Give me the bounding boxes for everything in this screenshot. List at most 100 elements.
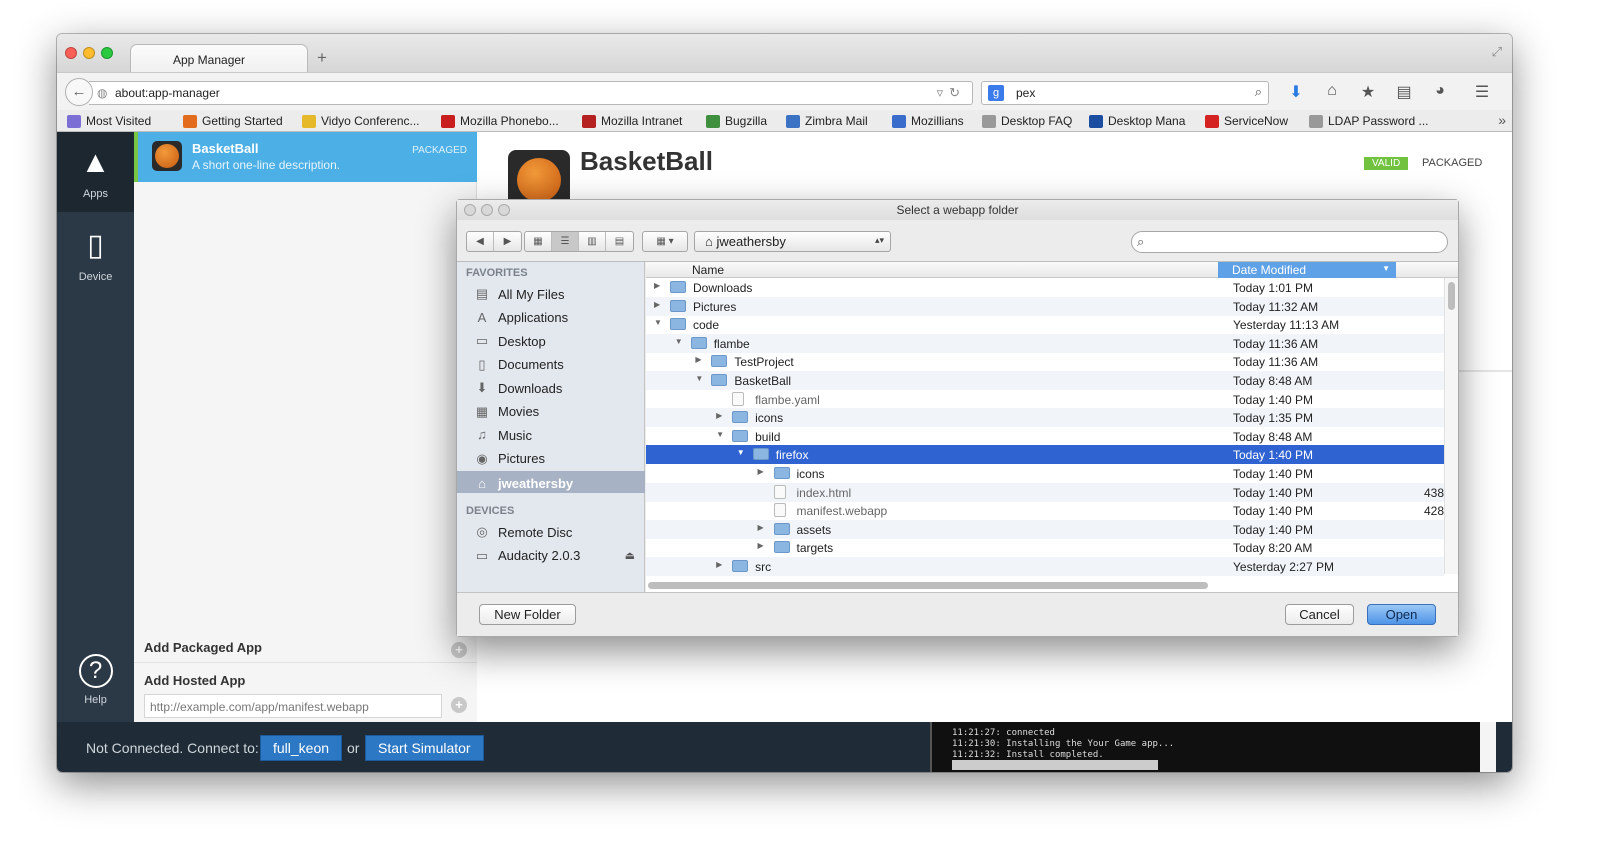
bookmark-item[interactable]: ServiceNow: [1205, 114, 1288, 128]
file-row[interactable]: manifest.webapp Today 1:40 PM 428: [646, 501, 1444, 520]
tab-app-manager[interactable]: App Manager: [130, 44, 308, 73]
hosted-url-input[interactable]: http://example.com/app/manifest.webapp: [144, 694, 442, 718]
addon-icon[interactable]: ◕: [1431, 82, 1449, 102]
nav-device[interactable]: ▯ Device: [57, 228, 134, 283]
file-row[interactable]: ▶ TestProject Today 11:36 AM: [646, 352, 1444, 371]
file-row[interactable]: ▼ BasketBall Today 8:48 AM: [646, 371, 1444, 390]
file-row[interactable]: ▶ icons Today 1:40 PM: [646, 464, 1444, 483]
minimize-window-button[interactable]: [83, 47, 95, 59]
bookmark-item[interactable]: Mozilla Intranet: [582, 114, 682, 128]
disclosure-closed-icon[interactable]: ▶: [758, 523, 764, 532]
file-row[interactable]: ▶ Downloads Today 1:01 PM: [646, 278, 1444, 297]
google-icon[interactable]: g: [988, 85, 1004, 101]
file-row[interactable]: ▶ targets Today 8:20 AM: [646, 538, 1444, 557]
disclosure-closed-icon[interactable]: ▶: [654, 281, 660, 290]
bookmark-item[interactable]: Mozilla Phonebo...: [441, 114, 559, 128]
cancel-button[interactable]: Cancel: [1285, 604, 1354, 625]
bookmark-item[interactable]: Desktop FAQ: [982, 114, 1072, 128]
disclosure-closed-icon[interactable]: ▶: [695, 355, 701, 364]
app-item-basketball[interactable]: BasketBall A short one-line description.…: [134, 132, 477, 182]
bookmark-star-icon[interactable]: ★: [1359, 82, 1377, 102]
bookmark-item[interactable]: Desktop Mana: [1089, 114, 1185, 128]
new-folder-button[interactable]: New Folder: [479, 604, 576, 625]
disclosure-open-icon[interactable]: ▼: [675, 337, 683, 346]
search-bar[interactable]: g pex ⌕: [981, 81, 1269, 105]
horizontal-scrollbar[interactable]: [648, 582, 1208, 589]
bookmark-item[interactable]: LDAP Password ...: [1309, 114, 1429, 128]
nav-help[interactable]: ? Help: [57, 654, 134, 706]
back-button[interactable]: ←: [65, 78, 93, 106]
disclosure-closed-icon[interactable]: ▶: [654, 300, 660, 309]
zoom-window-button[interactable]: [101, 47, 113, 59]
file-row[interactable]: ▶ assets Today 1:40 PM: [646, 519, 1444, 539]
back-arrow-icon[interactable]: ◀: [467, 232, 494, 251]
path-popup[interactable]: ⌂ jweathersby ▴▾: [694, 231, 891, 252]
file-row[interactable]: flambe.yaml Today 1:40 PM: [646, 390, 1444, 409]
disclosure-open-icon[interactable]: ▼: [654, 318, 662, 327]
download-icon[interactable]: ⬇: [1287, 82, 1305, 102]
log-input[interactable]: [952, 760, 1158, 770]
bookmarks-menu-icon[interactable]: ▤: [1395, 82, 1413, 102]
sidebar-item[interactable]: ▯ Documents: [473, 357, 643, 373]
file-row[interactable]: ▼ build Today 8:48 AM: [646, 427, 1444, 446]
sidebar-item[interactable]: A Applications: [473, 310, 643, 326]
bookmark-item[interactable]: Vidyo Conferenc...: [302, 114, 420, 128]
file-row[interactable]: ▼ flambe Today 11:36 AM: [646, 333, 1444, 353]
add-packaged-button[interactable]: +: [451, 642, 467, 658]
file-row[interactable]: index.html Today 1:40 PM 438: [646, 482, 1444, 502]
icon-view-icon[interactable]: ▦: [525, 232, 552, 251]
url-bar[interactable]: ◍ about:app-manager ▿↻: [89, 81, 973, 105]
sidebar-item[interactable]: ⌂ jweathersby: [457, 471, 645, 493]
disclosure-open-icon[interactable]: ▼: [737, 448, 745, 457]
disclosure-closed-icon[interactable]: ▶: [716, 560, 722, 569]
disclosure-closed-icon[interactable]: ▶: [716, 411, 722, 420]
new-tab-button[interactable]: +: [317, 48, 327, 68]
bookmark-item[interactable]: Bugzilla: [706, 114, 767, 128]
vertical-scrollbar[interactable]: [1444, 278, 1458, 574]
open-button[interactable]: Open: [1367, 604, 1436, 625]
connect-device-button[interactable]: full_keon: [260, 735, 343, 761]
eject-icon[interactable]: ⏏: [625, 549, 635, 562]
name-column-header[interactable]: Name: [692, 263, 724, 277]
scroll-thumb[interactable]: [1448, 282, 1455, 310]
disclosure-open-icon[interactable]: ▼: [695, 374, 703, 383]
fullscreen-icon[interactable]: ⤢: [1492, 44, 1502, 60]
menu-icon[interactable]: ☰: [1473, 82, 1491, 102]
forward-arrow-icon[interactable]: ▶: [494, 232, 521, 251]
sidebar-item[interactable]: ◎ Remote Disc: [473, 524, 643, 540]
disclosure-open-icon[interactable]: ▼: [716, 430, 724, 439]
reload-icon[interactable]: ▿↻: [937, 85, 966, 101]
file-row[interactable]: ▶ src Yesterday 2:27 PM: [646, 557, 1444, 576]
file-row[interactable]: ▶ Pictures Today 11:32 AM: [646, 296, 1444, 316]
file-row[interactable]: ▼ firefox Today 1:40 PM: [646, 445, 1444, 465]
disclosure-closed-icon[interactable]: ▶: [758, 541, 764, 550]
sidebar-item[interactable]: ▭ Desktop: [473, 333, 643, 349]
log-scrollbar[interactable]: [1480, 722, 1496, 772]
search-icon[interactable]: ⌕: [1255, 84, 1262, 100]
start-simulator-button[interactable]: Start Simulator: [365, 735, 484, 761]
bookmark-item[interactable]: Zimbra Mail: [786, 114, 868, 128]
file-row[interactable]: ▼ code Yesterday 11:13 AM: [646, 315, 1444, 334]
sidebar-item[interactable]: ◉ Pictures: [473, 451, 643, 467]
bookmark-item[interactable]: Mozillians: [892, 114, 964, 128]
column-view-icon[interactable]: ▥: [579, 232, 606, 251]
sidebar-item[interactable]: ▤ All My Files: [473, 286, 643, 302]
list-view-icon[interactable]: ☰: [552, 232, 579, 251]
disclosure-closed-icon[interactable]: ▶: [758, 467, 764, 476]
sidebar-item[interactable]: ♫ Music: [473, 427, 643, 443]
arrange-button[interactable]: ▦ ▾: [642, 231, 688, 252]
bookmark-item[interactable]: Most Visited: [67, 114, 151, 128]
sidebar-item[interactable]: ▭ Audacity 2.0.3 ⏏: [473, 548, 643, 564]
sidebar-item[interactable]: ⬇ Downloads: [473, 380, 643, 396]
dialog-search-input[interactable]: ⌕: [1131, 231, 1448, 253]
close-window-button[interactable]: [65, 47, 77, 59]
home-icon[interactable]: ⌂: [1323, 82, 1341, 102]
add-hosted-button[interactable]: +: [451, 697, 467, 713]
bookmarks-overflow-icon[interactable]: »: [1498, 112, 1506, 128]
sidebar-item[interactable]: ▦ Movies: [473, 404, 643, 420]
nav-apps[interactable]: ▲ Apps: [57, 132, 134, 212]
date-column-header[interactable]: Date Modified ▼: [1218, 262, 1396, 278]
bookmark-item[interactable]: Getting Started: [183, 114, 283, 128]
coverflow-view-icon[interactable]: ▤: [606, 232, 633, 251]
file-row[interactable]: ▶ icons Today 1:35 PM: [646, 408, 1444, 428]
